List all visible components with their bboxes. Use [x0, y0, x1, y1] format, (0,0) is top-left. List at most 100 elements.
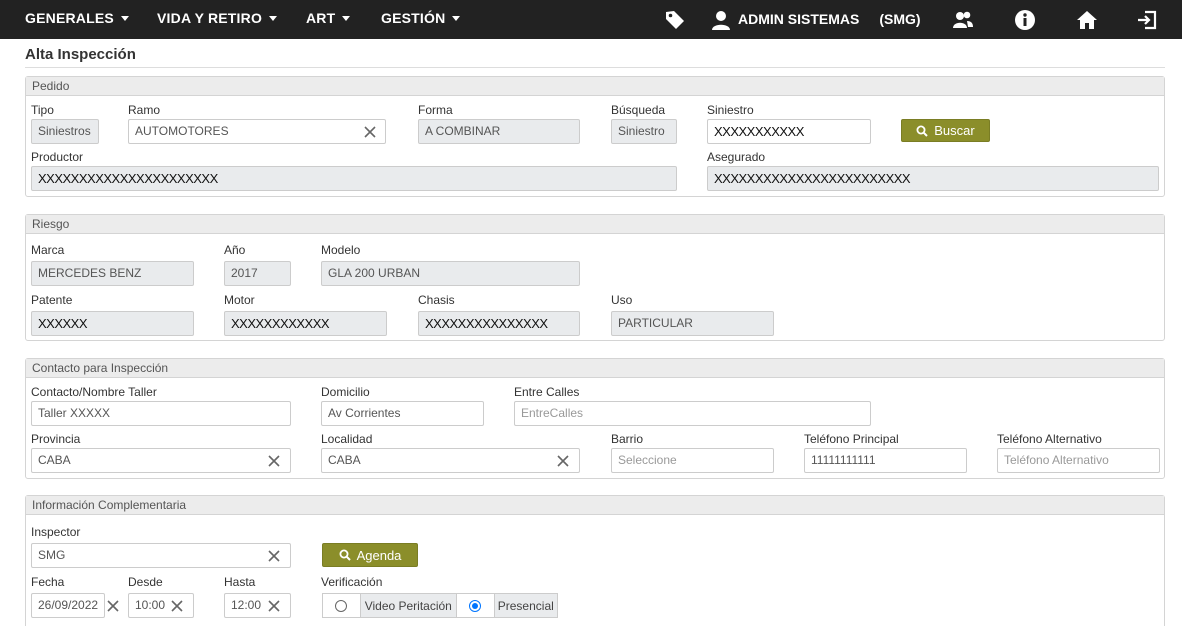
radio-video-peritacion[interactable]: [323, 594, 361, 617]
radio-presencial[interactable]: [456, 594, 495, 617]
menu-label: ART: [306, 10, 336, 26]
menu-art[interactable]: ART: [306, 10, 351, 26]
motor-label: Motor: [224, 293, 255, 307]
telefono-label: Teléfono Principal: [804, 432, 899, 446]
caret-down-icon: [342, 15, 351, 21]
productor-field: XXXXXXXXXXXXXXXXXXXXXX: [31, 166, 677, 191]
desde-label: Desde: [128, 575, 163, 589]
menu-label: GESTIÓN: [381, 10, 446, 26]
org-label: (SMG): [879, 11, 921, 27]
home-icon[interactable]: [1076, 9, 1098, 31]
panel-header: Contacto para Inspección: [26, 359, 1164, 378]
provincia-select[interactable]: CABA: [31, 448, 291, 473]
panel-contacto: Contacto para Inspección Contacto/Nombre…: [25, 358, 1165, 479]
panel-header: Pedido: [26, 77, 1164, 96]
clear-icon[interactable]: [171, 600, 183, 612]
menu-generales[interactable]: GENERALES: [25, 10, 129, 26]
clear-icon[interactable]: [268, 600, 280, 612]
modelo-field: GLA 200 URBAN: [321, 261, 580, 286]
siniestro-input[interactable]: XXXXXXXXXXX: [707, 119, 871, 144]
user-icon: [710, 9, 732, 31]
radio-checked-icon: [469, 599, 482, 612]
agenda-label: Agenda: [356, 547, 402, 563]
clear-icon[interactable]: [557, 455, 569, 467]
video-peritacion-label: Video Peritación: [360, 594, 457, 617]
patente-field: XXXXXX: [31, 311, 194, 336]
hasta-label: Hasta: [224, 575, 256, 589]
info-icon[interactable]: [1014, 9, 1036, 31]
panel-informacion: Información Complementaria Inspector SMG…: [25, 495, 1165, 626]
nombre-label: Contacto/Nombre Taller: [31, 385, 157, 399]
inspector-select[interactable]: SMG: [31, 543, 291, 568]
clear-icon[interactable]: [268, 550, 280, 562]
chasis-label: Chasis: [418, 293, 455, 307]
menu-vida-retiro[interactable]: VIDA Y RETIRO: [157, 10, 278, 26]
entre-calles-input[interactable]: EntreCalles: [514, 401, 871, 426]
panel-header: Información Complementaria: [26, 496, 1164, 515]
domicilio-label: Domicilio: [321, 385, 370, 399]
panel-riesgo: Riesgo Marca MERCEDES BENZ Año 2017 Mode…: [25, 214, 1165, 341]
search-icon: [339, 549, 351, 561]
asegurado-field: XXXXXXXXXXXXXXXXXXXXXXXX: [707, 166, 1159, 191]
siniestro-label: Siniestro: [707, 103, 754, 117]
patente-label: Patente: [31, 293, 73, 307]
telefono-input[interactable]: 11111111111: [804, 448, 967, 473]
inspector-label: Inspector: [31, 525, 81, 539]
anio-field: 2017: [224, 261, 291, 286]
nombre-input[interactable]: Taller XXXXX: [31, 401, 291, 426]
desde-input[interactable]: 10:00: [128, 593, 194, 618]
ramo-select[interactable]: AUTOMOTORES: [128, 119, 386, 144]
barrio-label: Barrio: [611, 432, 644, 446]
buscar-label: Buscar: [934, 123, 975, 138]
panel-pedido: Pedido Tipo Siniestros Ramo AUTOMOTORES …: [25, 76, 1165, 197]
anio-label: Año: [224, 243, 246, 257]
localidad-label: Localidad: [321, 432, 373, 446]
verificacion-radio-group: Video Peritación Presencial: [322, 593, 558, 618]
clear-icon[interactable]: [107, 600, 119, 612]
fecha-label: Fecha: [31, 575, 65, 589]
verificacion-label: Verificación: [321, 575, 383, 589]
clear-icon[interactable]: [364, 126, 376, 138]
busqueda-label: Búsqueda: [611, 103, 666, 117]
page-title: Alta Inspección: [25, 46, 136, 63]
forma-field: A COMBINAR: [418, 119, 580, 144]
forma-label: Forma: [418, 103, 453, 117]
telefono-alt-input[interactable]: Teléfono Alternativo: [997, 448, 1160, 473]
panel-header: Riesgo: [26, 215, 1164, 234]
menu-label: GENERALES: [25, 10, 114, 26]
user-label: ADMIN SISTEMAS: [738, 11, 860, 27]
agenda-button[interactable]: Agenda: [322, 543, 418, 567]
uso-field: PARTICULAR: [611, 311, 774, 336]
menu-label: VIDA Y RETIRO: [157, 10, 263, 26]
radio-unchecked-icon: [335, 599, 348, 612]
provincia-label: Provincia: [31, 432, 81, 446]
clear-icon[interactable]: [268, 455, 280, 467]
search-icon: [916, 125, 928, 137]
ramo-label: Ramo: [128, 103, 161, 117]
tipo-field: Siniestros: [31, 119, 99, 144]
marca-label: Marca: [31, 243, 65, 257]
caret-down-icon: [452, 15, 461, 21]
tipo-label: Tipo: [31, 103, 54, 117]
logout-icon[interactable]: [1136, 9, 1158, 31]
barrio-select[interactable]: Seleccione: [611, 448, 774, 473]
entre-calles-label: Entre Calles: [514, 385, 580, 399]
menu-gestion[interactable]: GESTIÓN: [381, 10, 461, 26]
user-name: ADMIN SISTEMAS (SMG): [738, 11, 921, 27]
marca-field: MERCEDES BENZ: [31, 261, 194, 286]
uso-label: Uso: [611, 293, 633, 307]
productor-label: Productor: [31, 150, 84, 164]
tag-icon[interactable]: [664, 9, 686, 31]
telefono-alt-label: Teléfono Alternativo: [997, 432, 1102, 446]
buscar-button[interactable]: Buscar: [901, 119, 990, 142]
domicilio-input[interactable]: Av Corrientes: [321, 401, 484, 426]
modelo-label: Modelo: [321, 243, 361, 257]
motor-field: XXXXXXXXXXXX: [224, 311, 387, 336]
asegurado-label: Asegurado: [707, 150, 766, 164]
users-icon[interactable]: [952, 9, 974, 31]
hasta-input[interactable]: 12:00: [224, 593, 291, 618]
localidad-select[interactable]: CABA: [321, 448, 580, 473]
top-navbar: GENERALES VIDA Y RETIRO ART GESTIÓN ADMI…: [0, 0, 1182, 39]
title-divider: [25, 67, 1165, 68]
fecha-input[interactable]: 26/09/2022: [31, 593, 105, 618]
